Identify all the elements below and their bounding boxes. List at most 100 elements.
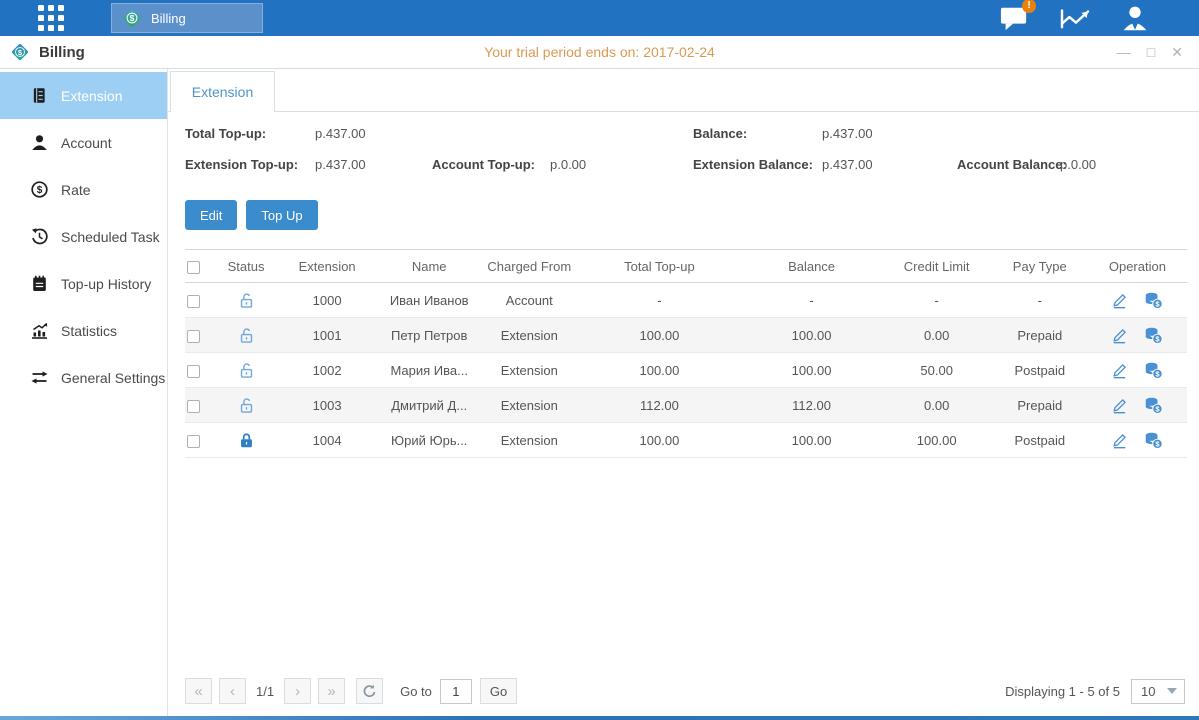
main-content: Extension Total Top-up: p.437.00 Balance… xyxy=(168,69,1199,716)
scheduled-task-icon xyxy=(30,228,48,245)
user-account-icon[interactable] xyxy=(1121,4,1149,32)
header-balance: Balance xyxy=(742,250,882,283)
sidebar-item-statistics[interactable]: Statistics xyxy=(0,307,167,354)
taskbar-item-label: Billing xyxy=(151,11,186,26)
table-row[interactable]: 1003 Дмитрий Д... Extension 112.00 112.0… xyxy=(185,388,1187,423)
account-icon xyxy=(30,134,48,151)
chevron-down-icon xyxy=(1167,688,1177,694)
next-page-button[interactable]: › xyxy=(284,678,311,704)
table-row[interactable]: 1004 Юрий Юрь... Extension 100.00 100.00… xyxy=(185,423,1187,458)
balance-label: Balance: xyxy=(693,126,747,141)
sidebar-item-scheduled-task[interactable]: Scheduled Task xyxy=(0,213,167,260)
prev-page-button[interactable]: ‹ xyxy=(219,678,246,704)
top-up-button[interactable]: Top Up xyxy=(246,200,317,230)
apps-grid-icon[interactable] xyxy=(38,5,65,32)
table-row[interactable]: 1002 Мария Ива... Extension 100.00 100.0… xyxy=(185,353,1187,388)
top-up-row-icon[interactable]: $ xyxy=(1144,397,1163,414)
header-charged-from: Charged From xyxy=(481,250,577,283)
table-row[interactable]: 1001 Петр Петров Extension 100.00 100.00… xyxy=(185,318,1187,353)
extension-balance-value: p.437.00 xyxy=(822,157,873,172)
sidebar: Extension Account $ Rate xyxy=(0,69,168,716)
account-balance-label: Account Balance: xyxy=(957,157,1067,172)
total-topup-label: Total Top-up: xyxy=(185,126,266,141)
row-checkbox[interactable] xyxy=(187,295,200,308)
row-checkbox[interactable] xyxy=(187,365,200,378)
taskbar-item-billing[interactable]: $ Billing xyxy=(111,3,263,33)
cell-credit-limit: 0.00 xyxy=(882,388,992,423)
cell-pay-type: Postpaid xyxy=(992,423,1088,458)
edit-row-icon[interactable] xyxy=(1111,432,1128,449)
page-info: 1/1 xyxy=(256,684,274,699)
cell-charged-from: Extension xyxy=(481,353,577,388)
resource-monitor-icon[interactable] xyxy=(1059,5,1091,31)
top-up-row-icon[interactable]: $ xyxy=(1144,362,1163,379)
header-credit-limit: Credit Limit xyxy=(882,250,992,283)
extension-icon xyxy=(30,87,48,104)
extension-balance-label: Extension Balance: xyxy=(693,157,813,172)
cell-balance: 100.00 xyxy=(742,423,882,458)
trial-message: Your trial period ends on: 2017-02-24 xyxy=(0,44,1199,60)
sidebar-item-label: Scheduled Task xyxy=(61,229,160,245)
table-header-row: Status Extension Name Charged From Total… xyxy=(185,250,1187,283)
sidebar-item-general-settings[interactable]: General Settings xyxy=(0,354,167,401)
sidebar-item-label: Account xyxy=(61,135,112,151)
topup-history-icon xyxy=(30,275,48,292)
messages-icon[interactable]: ! xyxy=(999,4,1029,32)
sidebar-item-topup-history[interactable]: Top-up History xyxy=(0,260,167,307)
account-balance-value: p.0.00 xyxy=(1060,157,1096,172)
close-button[interactable]: ✕ xyxy=(1171,45,1183,59)
billing-summary: Total Top-up: p.437.00 Balance: p.437.00… xyxy=(168,124,1199,186)
page-size-select[interactable]: 10 xyxy=(1131,679,1185,704)
edit-row-icon[interactable] xyxy=(1111,292,1128,309)
cell-charged-from: Account xyxy=(481,283,577,318)
top-up-row-icon[interactable]: $ xyxy=(1144,327,1163,344)
cell-balance: 100.00 xyxy=(742,353,882,388)
maximize-button[interactable]: □ xyxy=(1147,45,1155,59)
refresh-button[interactable] xyxy=(356,678,383,704)
last-page-button[interactable]: » xyxy=(318,678,345,704)
rate-icon: $ xyxy=(30,181,48,198)
cell-name: Петр Петров xyxy=(377,318,481,353)
cell-total-topup: 100.00 xyxy=(577,318,741,353)
tab-extension[interactable]: Extension xyxy=(170,71,275,112)
cell-pay-type: Postpaid xyxy=(992,353,1088,388)
page-size-value: 10 xyxy=(1141,684,1155,699)
total-topup-value: p.437.00 xyxy=(315,126,366,141)
edit-button[interactable]: Edit xyxy=(185,200,237,230)
cell-total-topup: - xyxy=(577,283,741,318)
first-page-button[interactable]: « xyxy=(185,678,212,704)
cell-extension: 1002 xyxy=(277,353,377,388)
row-checkbox[interactable] xyxy=(187,330,200,343)
sidebar-item-rate[interactable]: $ Rate xyxy=(0,166,167,213)
cell-name: Юрий Юрь... xyxy=(377,423,481,458)
row-checkbox[interactable] xyxy=(187,400,200,413)
minimize-button[interactable]: — xyxy=(1117,45,1131,59)
top-up-row-icon[interactable]: $ xyxy=(1144,432,1163,449)
edit-row-icon[interactable] xyxy=(1111,327,1128,344)
edit-row-icon[interactable] xyxy=(1111,362,1128,379)
cell-pay-type: - xyxy=(992,283,1088,318)
top-up-row-icon[interactable]: $ xyxy=(1144,292,1163,309)
cell-extension: 1000 xyxy=(277,283,377,318)
cell-total-topup: 100.00 xyxy=(577,423,741,458)
lock-open-icon xyxy=(239,292,254,309)
edit-row-icon[interactable] xyxy=(1111,397,1128,414)
sidebar-item-extension[interactable]: Extension xyxy=(0,72,167,119)
window-title: Billing xyxy=(39,44,85,61)
goto-page-input[interactable] xyxy=(440,679,472,704)
cell-pay-type: Prepaid xyxy=(992,318,1088,353)
header-status: Status xyxy=(215,250,277,283)
sidebar-item-label: Extension xyxy=(61,88,122,104)
sidebar-item-account[interactable]: Account xyxy=(0,119,167,166)
lock-closed-icon xyxy=(239,432,254,449)
select-all-checkbox[interactable] xyxy=(187,261,200,274)
table-row[interactable]: 1000 Иван Иванов Account - - - - xyxy=(185,283,1187,318)
header-extension: Extension xyxy=(277,250,377,283)
general-settings-icon xyxy=(30,369,48,386)
go-button[interactable]: Go xyxy=(480,678,517,704)
cell-extension: 1001 xyxy=(277,318,377,353)
cell-total-topup: 100.00 xyxy=(577,353,741,388)
row-checkbox[interactable] xyxy=(187,435,200,448)
cell-name: Мария Ива... xyxy=(377,353,481,388)
displaying-info: Displaying 1 - 5 of 5 xyxy=(1005,684,1120,699)
